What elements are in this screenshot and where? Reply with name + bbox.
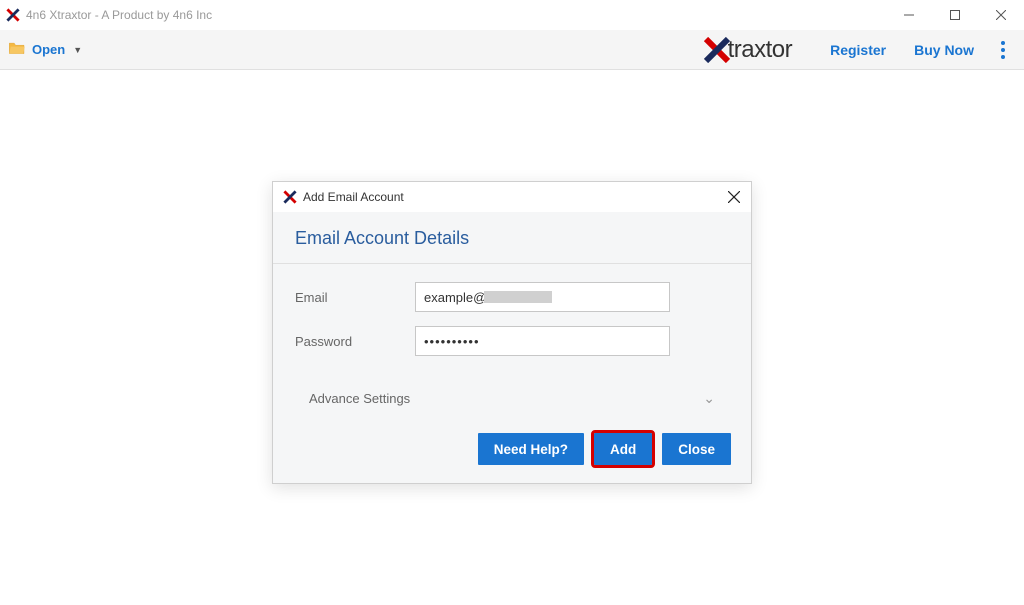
email-row: Email example@	[295, 282, 729, 312]
brand-logo: traxtor	[704, 36, 793, 64]
folder-icon	[8, 41, 26, 58]
register-link[interactable]: Register	[816, 42, 900, 58]
toolbar-right: traxtor Register Buy Now	[704, 30, 1024, 70]
window-close-button[interactable]	[978, 0, 1024, 30]
window-controls	[886, 0, 1024, 30]
window-titlebar: 4n6 Xtraxtor - A Product by 4n6 Inc	[0, 0, 1024, 30]
dialog-logo-icon	[283, 190, 297, 204]
email-value-prefix: example@	[424, 290, 486, 305]
password-value: ••••••••••	[424, 334, 480, 349]
maximize-button[interactable]	[932, 0, 978, 30]
dialog-close-button[interactable]	[725, 188, 743, 206]
dialog-titlebar: Add Email Account	[273, 182, 751, 212]
dialog-actions: Need Help? Add Close	[273, 423, 751, 483]
window-title: 4n6 Xtraxtor - A Product by 4n6 Inc	[26, 8, 212, 22]
dialog-section-header: Email Account Details	[273, 212, 751, 264]
brand-x-icon	[704, 37, 730, 63]
chevron-down-icon: ⌄	[703, 390, 715, 407]
add-button[interactable]: Add	[594, 433, 652, 465]
main-toolbar: Open ▼ traxtor Register Buy Now	[0, 30, 1024, 70]
minimize-button[interactable]	[886, 0, 932, 30]
email-redacted-icon	[484, 291, 552, 303]
need-help-button[interactable]: Need Help?	[478, 433, 584, 465]
password-row: Password ••••••••••	[295, 326, 729, 356]
password-label: Password	[295, 334, 415, 349]
form-area: Email example@ Password ••••••••••	[273, 264, 751, 374]
more-menu-button[interactable]	[988, 35, 1018, 65]
open-menu-button[interactable]: Open ▼	[8, 41, 82, 58]
advance-settings-toggle[interactable]: Advance Settings ⌄	[273, 374, 751, 423]
close-button[interactable]: Close	[662, 433, 731, 465]
advance-settings-label: Advance Settings	[309, 391, 410, 406]
caret-down-icon: ▼	[73, 45, 82, 55]
dialog-title: Add Email Account	[303, 190, 404, 204]
email-label: Email	[295, 290, 415, 305]
password-field[interactable]: ••••••••••	[415, 326, 670, 356]
add-email-account-dialog: Add Email Account Email Account Details …	[272, 181, 752, 484]
dialog-body: Email Account Details Email example@ Pas…	[273, 212, 751, 483]
app-logo-icon	[6, 8, 20, 22]
brand-text: traxtor	[728, 36, 793, 64]
open-label: Open	[32, 42, 65, 57]
email-field[interactable]: example@	[415, 282, 670, 312]
buy-now-link[interactable]: Buy Now	[900, 42, 988, 58]
